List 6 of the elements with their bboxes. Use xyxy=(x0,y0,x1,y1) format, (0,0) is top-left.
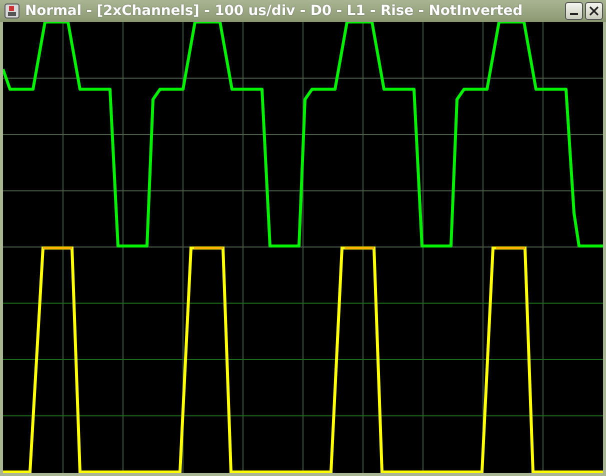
minimize-button[interactable] xyxy=(565,2,583,20)
close-button[interactable] xyxy=(585,2,603,20)
minimize-icon xyxy=(570,13,578,15)
window-title: Normal - [2xChannels] - 100 us/div - D0 - L1 - Rise - NotInverted xyxy=(25,3,524,19)
app-icon xyxy=(4,3,20,19)
close-icon xyxy=(589,6,599,16)
